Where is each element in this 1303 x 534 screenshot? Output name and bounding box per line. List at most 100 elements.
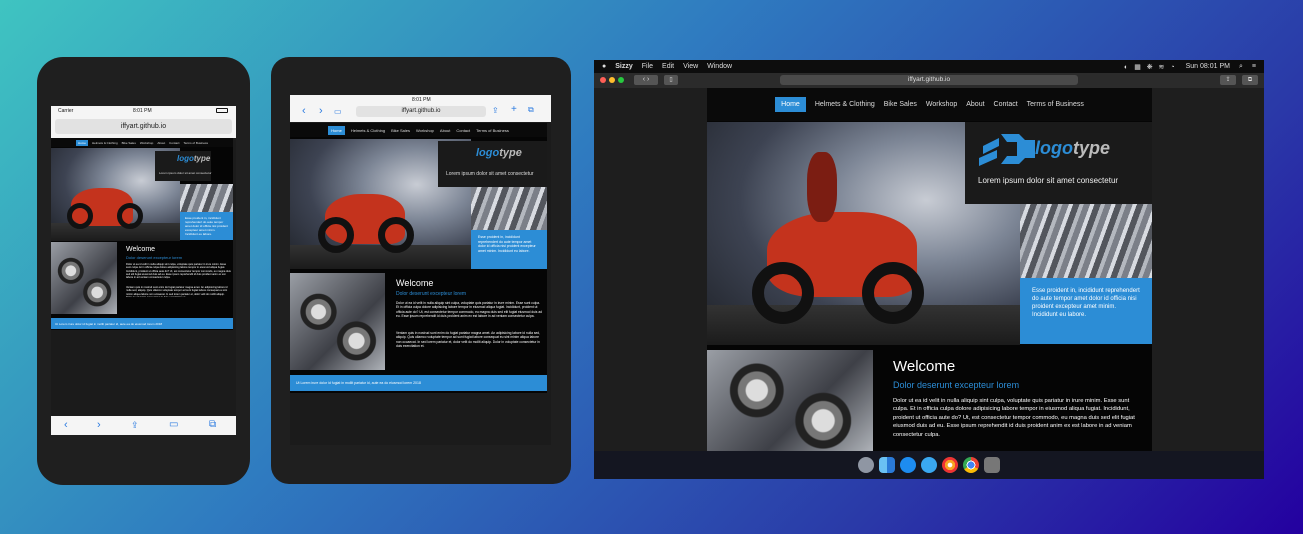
- phone-nav-contact[interactable]: Contact: [169, 141, 179, 145]
- phone-welcome-section: Welcome Dolor deserunt excepteur lorem D…: [126, 246, 231, 297]
- battery-icon: [216, 108, 228, 113]
- safari-icon[interactable]: [921, 457, 937, 473]
- phone-screen: Carrier 8:01 PM iffyart.github.io Home H…: [51, 106, 236, 435]
- phone-nav-home[interactable]: Home: [75, 139, 88, 146]
- phone-logo: logotype: [177, 154, 211, 163]
- tablet-welcome-section: Welcome Dolor deserunt excepteur lorem D…: [396, 278, 544, 349]
- phone-share-icon[interactable]: ⇪: [131, 420, 139, 431]
- blue-info-box: Esse proident in, incididunt reprehender…: [1020, 278, 1152, 344]
- photos-icon[interactable]: [942, 457, 958, 473]
- tablet-screen: 8:01 PM ‹ › ▭ iffyart.github.io ⇪ + ⧉ Ho…: [290, 95, 551, 445]
- tablet-footer: Ut Lorem irure dolor id fugiat in mollit…: [290, 375, 547, 391]
- wrench-logo-icon: [979, 134, 1035, 166]
- logo-box: logotype Lorem ipsum dolor sit amet cons…: [965, 122, 1152, 204]
- menu-edit[interactable]: Edit: [662, 63, 674, 70]
- phone-footer: Ut Lorem irure dolor id fugiat in mollit…: [51, 318, 233, 329]
- welcome-subtitle: Dolor deserunt excepteur lorem: [893, 380, 1020, 390]
- phone-site: Home Helmets & Clothing Bike Sales Works…: [51, 138, 233, 330]
- tablet-new-tab-icon[interactable]: +: [511, 104, 517, 115]
- tablet-nav-terms[interactable]: Terms of Business: [476, 128, 509, 133]
- phone-welcome-body: Dolor ut ea id velit in nulla aliquip si…: [126, 263, 231, 280]
- engine-image: [1020, 204, 1152, 278]
- system-preferences-icon[interactable]: [984, 457, 1000, 473]
- phone-welcome-subtitle: Dolor deserunt excepteur lorem: [126, 255, 183, 260]
- menu-file[interactable]: File: [642, 63, 653, 70]
- tablet-url-bar[interactable]: iffyart.github.io: [356, 106, 486, 117]
- tablet-forward-icon[interactable]: ›: [319, 105, 323, 117]
- status-icons[interactable]: ◐ ▦ ❋ ≋ ◔: [1124, 63, 1177, 71]
- tablet-nav-workshop[interactable]: Workshop: [416, 128, 434, 133]
- nav-home[interactable]: Home: [775, 97, 806, 112]
- tablet-logo: logotype: [476, 147, 522, 159]
- menu-clock: Sun 08:01 PM: [1185, 63, 1230, 70]
- phone-carrier: Carrier: [58, 108, 74, 114]
- phone-url-bar[interactable]: iffyart.github.io: [55, 119, 232, 134]
- welcome-title: Welcome: [893, 358, 956, 375]
- nav-bike-sales[interactable]: Bike Sales: [884, 101, 917, 108]
- welcome-body: Dolor ut ea id velit in nulla aliquip si…: [893, 398, 1135, 438]
- phone-engine-image: [180, 184, 233, 212]
- phone-nav-helmets[interactable]: Helmets & Clothing: [92, 141, 118, 145]
- launchpad-icon[interactable]: [858, 457, 874, 473]
- tablet-bookmarks-icon[interactable]: ▭: [334, 107, 342, 116]
- phone-wheels-image: [51, 242, 117, 314]
- tablet-nav-contact[interactable]: Contact: [456, 128, 470, 133]
- mac-menubar: ● Sizzy File Edit View Window ◐ ▦ ❋ ≋ ◔ …: [594, 60, 1264, 73]
- phone-welcome-body-2: Veniam quis in nostrud sunt enim do fugi…: [126, 286, 228, 297]
- app-store-icon[interactable]: [900, 457, 916, 473]
- tablet-nav-home[interactable]: Home: [328, 125, 345, 135]
- phone-time: 8:01 PM: [133, 108, 152, 114]
- welcome-section: Welcome Dolor deserunt excepteur lorem D…: [893, 358, 1143, 441]
- menu-window[interactable]: Window: [707, 63, 732, 70]
- tablet-wheels-image: [290, 273, 385, 370]
- tablet-engine-image: [471, 187, 547, 230]
- tabs-icon[interactable]: ⧉: [1242, 75, 1258, 85]
- nav-terms[interactable]: Terms of Business: [1027, 101, 1084, 108]
- back-forward-buttons[interactable]: ‹ ›: [634, 75, 658, 85]
- mac-url: iffyart.github.io: [907, 76, 951, 83]
- tablet-back-icon[interactable]: ‹: [302, 105, 306, 117]
- phone-nav-about[interactable]: About: [157, 141, 165, 145]
- tablet-share-icon[interactable]: ⇪: [492, 106, 499, 115]
- wheels-image: [707, 350, 873, 451]
- close-button[interactable]: [600, 77, 606, 83]
- sidebar-icon[interactable]: ▯: [664, 75, 678, 85]
- phone-welcome-title: Welcome: [126, 246, 156, 253]
- menu-app-name[interactable]: Sizzy: [615, 63, 633, 70]
- phone-logo-box: logotype Lorem ipsum dolor sit amet cons…: [155, 151, 212, 181]
- minimize-button[interactable]: [609, 77, 615, 83]
- mac-url-bar[interactable]: iffyart.github.io: [780, 75, 1078, 85]
- tagline: Lorem ipsum dolor sit amet consectetur: [978, 176, 1119, 185]
- share-icon[interactable]: ⇪: [1220, 75, 1236, 85]
- chrome-icon[interactable]: [963, 457, 979, 473]
- logo-text: logotype: [1035, 138, 1111, 158]
- tablet-site: Home Helmets & Clothing Bike Sales Works…: [290, 123, 547, 393]
- nav-contact[interactable]: Contact: [994, 101, 1018, 108]
- phone-nav-bike-sales[interactable]: Bike Sales: [122, 141, 136, 145]
- phone-back-icon[interactable]: ‹: [64, 419, 68, 431]
- tablet-logo-box: logotype Lorem ipsum dolor sit amet cons…: [438, 141, 547, 187]
- phone-url: iffyart.github.io: [120, 123, 167, 130]
- apple-icon[interactable]: ●: [602, 63, 606, 70]
- menu-view[interactable]: View: [683, 63, 698, 70]
- tablet-nav-about[interactable]: About: [440, 128, 450, 133]
- phone-nav-terms[interactable]: Terms of Business: [184, 141, 209, 145]
- phone-forward-icon[interactable]: ›: [97, 419, 101, 431]
- search-icon[interactable]: ⌕: [1239, 63, 1243, 71]
- nav-helmets[interactable]: Helmets & Clothing: [815, 101, 875, 108]
- tablet-time: 8:01 PM: [412, 97, 431, 103]
- tablet-tabs-icon[interactable]: ⧉: [528, 105, 534, 115]
- finder-icon[interactable]: [879, 457, 895, 473]
- tablet-nav-bike-sales[interactable]: Bike Sales: [391, 128, 410, 133]
- tablet-url: iffyart.github.io: [401, 108, 441, 114]
- tablet-nav-helmets[interactable]: Helmets & Clothing: [351, 128, 385, 133]
- tablet-welcome-title: Welcome: [396, 278, 434, 288]
- nav-about[interactable]: About: [966, 101, 984, 108]
- nav-workshop[interactable]: Workshop: [926, 101, 957, 108]
- zoom-button[interactable]: [618, 77, 624, 83]
- phone-nav-workshop[interactable]: Workshop: [140, 141, 153, 145]
- phone-tagline: Lorem ipsum dolor sit amet consectetur: [159, 171, 212, 175]
- phone-bookmarks-icon[interactable]: ▭: [169, 419, 178, 430]
- phone-tabs-icon[interactable]: ⧉: [209, 419, 216, 430]
- menu-list-icon[interactable]: ≡: [1252, 63, 1256, 70]
